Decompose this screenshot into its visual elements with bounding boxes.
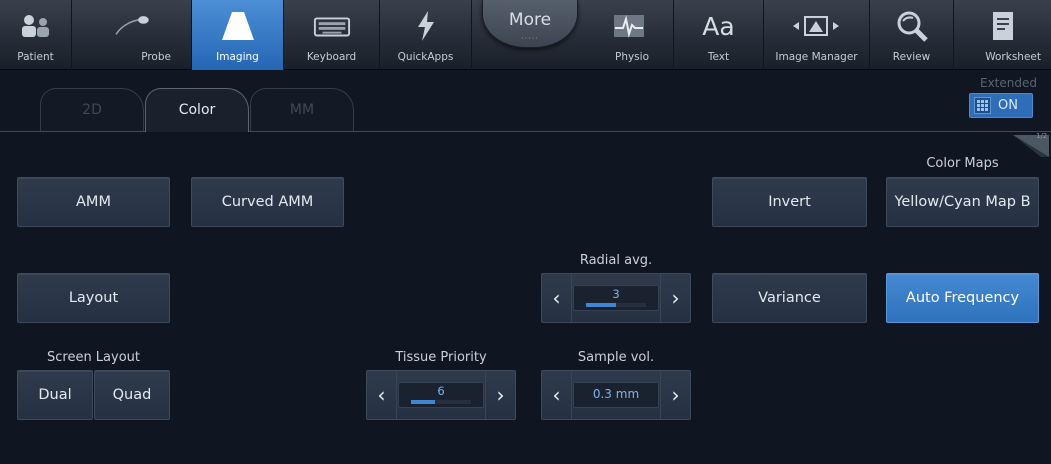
tissue-priority-label: Tissue Priority: [395, 350, 487, 365]
tab-mm[interactable]: MM: [250, 88, 354, 132]
toolbar-probe-button[interactable]: Probe: [72, 0, 192, 70]
amm-label: AMM: [76, 194, 111, 210]
amm-button[interactable]: AMM: [17, 177, 170, 227]
mode-tab-strip: 2D Color MM: [0, 70, 1051, 132]
toolbar-physio-button[interactable]: Physio: [584, 0, 674, 70]
quad-button[interactable]: Quad: [94, 370, 170, 420]
tissue-priority-level-fill: [411, 400, 435, 404]
color-map-button[interactable]: Yellow/Cyan Map B: [886, 177, 1039, 227]
color-map-label: Yellow/Cyan Map B: [894, 194, 1031, 210]
toolbar-quickapps-button[interactable]: QuickApps: [380, 0, 472, 70]
radial-avg-value-display: 3: [573, 285, 659, 311]
toolbar-label: Imaging: [216, 51, 259, 63]
tissue-priority-level-track: [411, 400, 471, 404]
review-icon: [893, 10, 931, 42]
curved-amm-button[interactable]: Curved AMM: [191, 177, 344, 227]
tab-label: Color: [178, 102, 216, 118]
toolbar-review-button[interactable]: Review: [870, 0, 954, 70]
radial-avg-stepper: ‹ 3 ›: [541, 273, 691, 323]
tab-color[interactable]: Color: [145, 88, 249, 132]
page-indicator: 1/2: [1036, 132, 1048, 140]
lightning-icon: [407, 10, 445, 42]
radial-avg-decrease-button[interactable]: ‹: [542, 274, 572, 322]
text-icon: Aa: [702, 11, 735, 41]
toolbar-worksheet-button[interactable]: Worksheet: [954, 0, 1051, 70]
tissue-priority-increase-button[interactable]: ›: [485, 371, 515, 419]
color-maps-label: Color Maps: [926, 156, 999, 171]
imaging-icon: [219, 10, 257, 42]
layout-label: Layout: [68, 290, 119, 306]
more-label: More: [508, 10, 552, 30]
toolbar-label: Patient: [17, 51, 54, 63]
toolbar-imaging-button[interactable]: Imaging: [192, 0, 284, 70]
quad-label: Quad: [112, 387, 152, 403]
tab-label: MM: [289, 102, 315, 118]
keyboard-icon: [313, 10, 351, 42]
sample-vol-increase-button[interactable]: ›: [660, 371, 690, 419]
sample-vol-decrease-button[interactable]: ‹: [542, 371, 572, 419]
toolbar-image-manager-button[interactable]: Image Manager: [764, 0, 870, 70]
toolbar-label: Physio: [614, 51, 649, 63]
toolbar-patient-button[interactable]: Patient: [0, 0, 72, 70]
toolbar-label: Worksheet: [985, 51, 1041, 63]
tissue-priority-decrease-button[interactable]: ‹: [367, 371, 397, 419]
more-button[interactable]: More ·····: [482, 0, 578, 48]
tissue-priority-value-display: 6: [398, 382, 484, 408]
extended-state: ON: [998, 98, 1018, 113]
invert-label: Invert: [768, 194, 811, 210]
toolbar-label: Image Manager: [775, 51, 858, 63]
auto-frequency-label: Auto Frequency: [905, 290, 1020, 306]
tissue-priority-stepper: ‹ 6 ›: [366, 370, 516, 420]
dual-button[interactable]: Dual: [17, 370, 93, 420]
screen-layout-label: Screen Layout: [46, 350, 141, 365]
toolbar-label: Text: [707, 51, 730, 63]
tab-label: 2D: [82, 102, 102, 118]
variance-label: Variance: [758, 290, 821, 306]
ecg-icon: [610, 10, 648, 42]
sample-vol-value-display: 0.3 mm: [573, 382, 659, 408]
patient-icon: [17, 10, 55, 42]
dual-label: Dual: [38, 387, 72, 403]
sample-vol-stepper: ‹ 0.3 mm ›: [541, 370, 691, 420]
probe-icon: [113, 10, 151, 42]
auto-frequency-button[interactable]: Auto Frequency: [886, 273, 1039, 323]
image-manager-icon: [787, 10, 847, 42]
toolbar-text-button[interactable]: Aa Text: [674, 0, 764, 70]
worksheet-icon: [984, 10, 1022, 42]
toolbar-label: QuickApps: [397, 51, 454, 63]
sample-vol-label: Sample vol.: [577, 350, 655, 365]
more-dots-icon: ·····: [521, 34, 539, 43]
curved-amm-label: Curved AMM: [221, 194, 314, 210]
radial-avg-level-fill: [586, 303, 616, 307]
invert-button[interactable]: Invert: [712, 177, 867, 227]
layout-button[interactable]: Layout: [17, 273, 170, 323]
radial-avg-value: 3: [612, 287, 620, 301]
tab-2d[interactable]: 2D: [40, 88, 144, 132]
tissue-priority-value: 6: [437, 384, 445, 398]
grid-icon: [974, 97, 991, 114]
toolbar-keyboard-button[interactable]: Keyboard: [284, 0, 380, 70]
radial-avg-level-track: [586, 303, 646, 307]
toolbar-label: Review: [892, 51, 931, 63]
radial-avg-increase-button[interactable]: ›: [660, 274, 690, 322]
extended-toggle[interactable]: ON: [969, 93, 1033, 118]
extended-label: Extended: [980, 76, 1037, 90]
variance-button[interactable]: Variance: [712, 273, 867, 323]
top-toolbar: Patient Probe Imaging Keyboard QuickApps…: [0, 0, 1051, 70]
radial-avg-label: Radial avg.: [579, 253, 653, 268]
sample-vol-value: 0.3 mm: [592, 387, 640, 401]
toolbar-label: Keyboard: [306, 51, 357, 63]
toolbar-label: Probe: [141, 51, 171, 63]
